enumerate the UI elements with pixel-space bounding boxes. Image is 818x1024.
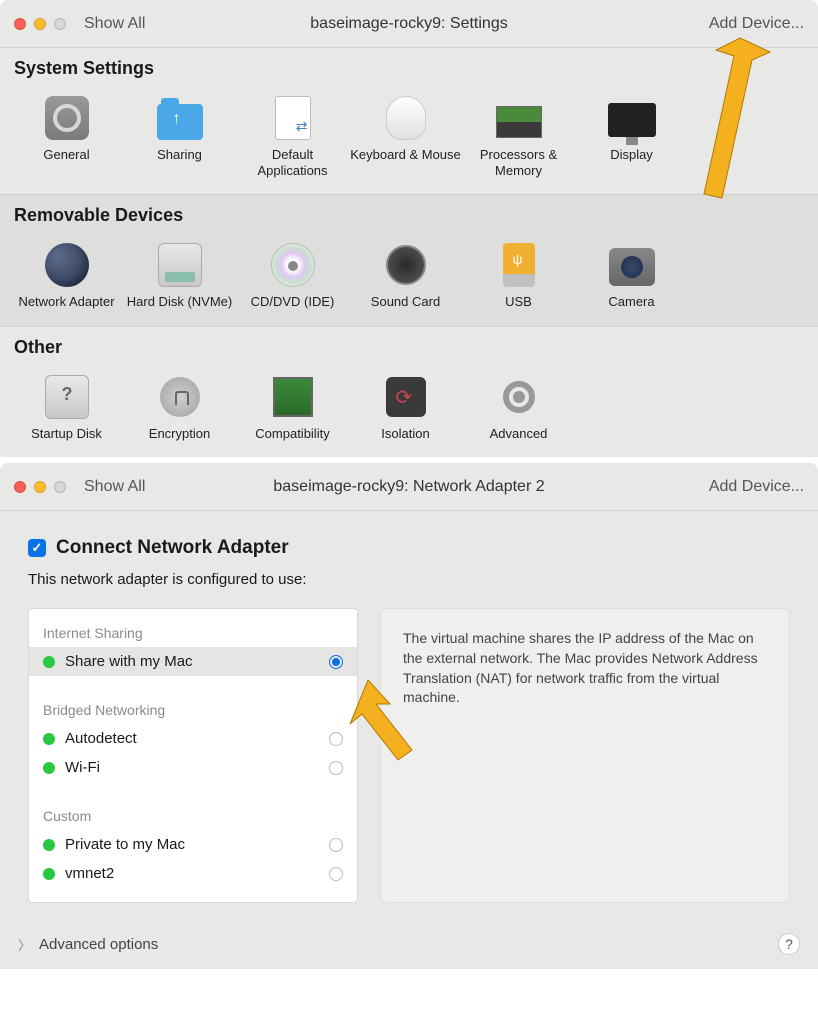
- camera-item[interactable]: Camera: [575, 236, 688, 314]
- cd-dvd-item[interactable]: CD/DVD (IDE): [236, 236, 349, 314]
- section-header: Other: [0, 327, 818, 362]
- adv-gear-icon: [499, 377, 539, 417]
- group-label: Custom: [29, 798, 357, 830]
- info-panel: The virtual machine shares the IP addres…: [380, 608, 790, 903]
- removable-devices-section: Removable Devices Network Adapter Hard D…: [0, 195, 818, 326]
- connect-adapter-label: Connect Network Adapter: [56, 537, 289, 559]
- content-row: Internet Sharing Share with my Mac Bridg…: [0, 592, 818, 925]
- usb-item[interactable]: USB: [462, 236, 575, 314]
- group-label: Bridged Networking: [29, 692, 357, 724]
- disk-icon: [158, 243, 202, 287]
- chip-icon: [273, 377, 313, 417]
- network-options-list: Internet Sharing Share with my Mac Bridg…: [28, 608, 358, 903]
- doc-icon: [275, 96, 311, 140]
- encryption-item[interactable]: Encryption: [123, 368, 236, 446]
- show-all-button[interactable]: Show All: [84, 478, 145, 496]
- iso-icon: [386, 377, 426, 417]
- zoom-icon: [54, 18, 66, 30]
- globe-icon: [45, 243, 89, 287]
- other-section: Other Startup Disk Encryption Compatibil…: [0, 327, 818, 458]
- radio-unselected[interactable]: [329, 761, 343, 775]
- status-dot-icon: [43, 839, 55, 851]
- hard-disk-item[interactable]: Hard Disk (NVMe): [123, 236, 236, 314]
- startup-disk-item[interactable]: Startup Disk: [10, 368, 123, 446]
- usb-icon: [503, 243, 535, 287]
- traffic-lights: [14, 481, 66, 493]
- close-icon[interactable]: [14, 18, 26, 30]
- option-autodetect[interactable]: Autodetect: [29, 724, 357, 753]
- display-item[interactable]: Display: [575, 89, 688, 182]
- chevron-right-icon[interactable]: 〉: [18, 935, 31, 954]
- compatibility-item[interactable]: Compatibility: [236, 368, 349, 446]
- mouse-icon: [386, 96, 426, 140]
- status-dot-icon: [43, 733, 55, 745]
- processors-memory-item[interactable]: Processors & Memory: [462, 89, 575, 182]
- help-button[interactable]: ?: [778, 933, 800, 955]
- option-private-to-mac[interactable]: Private to my Mac: [29, 830, 357, 859]
- check-icon: ✓: [32, 540, 43, 556]
- option-share-with-mac[interactable]: Share with my Mac: [29, 647, 357, 676]
- network-adapter-window: Show All baseimage-rocky9: Network Adapt…: [0, 463, 818, 969]
- radio-unselected[interactable]: [329, 838, 343, 852]
- titlebar: Show All baseimage-rocky9: Settings Add …: [0, 0, 818, 48]
- sound-card-item[interactable]: Sound Card: [349, 236, 462, 314]
- section-header: Removable Devices: [0, 195, 818, 230]
- traffic-lights: [14, 18, 66, 30]
- status-dot-icon: [43, 868, 55, 880]
- add-device-button[interactable]: Add Device...: [709, 15, 804, 33]
- advanced-item[interactable]: Advanced: [462, 368, 575, 446]
- footer: 〉 Advanced options ?: [0, 925, 818, 969]
- close-icon[interactable]: [14, 481, 26, 493]
- ram-icon: [496, 106, 542, 138]
- icon-grid: General Sharing Default Applications Key…: [0, 83, 818, 194]
- group-label: Internet Sharing: [29, 615, 357, 647]
- camera-icon: [609, 248, 655, 286]
- icon-grid: Startup Disk Encryption Compatibility Is…: [0, 362, 818, 458]
- general-item[interactable]: General: [10, 89, 123, 182]
- settings-window: Show All baseimage-rocky9: Settings Add …: [0, 0, 818, 457]
- show-all-button[interactable]: Show All: [84, 15, 145, 33]
- isolation-item[interactable]: Isolation: [349, 368, 462, 446]
- default-apps-item[interactable]: Default Applications: [236, 89, 349, 182]
- config-description: This network adapter is configured to us…: [0, 567, 818, 592]
- minimize-icon[interactable]: [34, 18, 46, 30]
- network-adapter-item[interactable]: Network Adapter: [10, 236, 123, 314]
- section-header: System Settings: [0, 48, 818, 83]
- sharing-item[interactable]: Sharing: [123, 89, 236, 182]
- connect-adapter-row: ✓ Connect Network Adapter: [0, 511, 818, 567]
- radio-unselected[interactable]: [329, 732, 343, 746]
- keyboard-mouse-item[interactable]: Keyboard & Mouse: [349, 89, 462, 182]
- folder-icon: [157, 104, 203, 140]
- option-wifi[interactable]: Wi-Fi: [29, 753, 357, 782]
- status-dot-icon: [43, 762, 55, 774]
- cd-icon: [271, 243, 315, 287]
- titlebar: Show All baseimage-rocky9: Network Adapt…: [0, 463, 818, 511]
- speaker-icon: [386, 245, 426, 285]
- radio-unselected[interactable]: [329, 867, 343, 881]
- status-dot-icon: [43, 656, 55, 668]
- window-title: baseimage-rocky9: Network Adapter 2: [273, 478, 544, 496]
- icon-grid: Network Adapter Hard Disk (NVMe) CD/DVD …: [0, 230, 818, 326]
- advanced-options-toggle[interactable]: Advanced options: [39, 936, 158, 953]
- radio-selected[interactable]: [329, 655, 343, 669]
- option-vmnet2[interactable]: vmnet2: [29, 859, 357, 888]
- zoom-icon: [54, 481, 66, 493]
- add-device-button[interactable]: Add Device...: [709, 478, 804, 496]
- gear-icon: [45, 96, 89, 140]
- lock-icon: [160, 377, 200, 417]
- connect-adapter-checkbox[interactable]: ✓: [28, 539, 46, 557]
- window-title: baseimage-rocky9: Settings: [310, 15, 507, 33]
- startup-icon: [45, 375, 89, 419]
- system-settings-section: System Settings General Sharing Default …: [0, 48, 818, 194]
- minimize-icon[interactable]: [34, 481, 46, 493]
- display-icon: [608, 103, 656, 137]
